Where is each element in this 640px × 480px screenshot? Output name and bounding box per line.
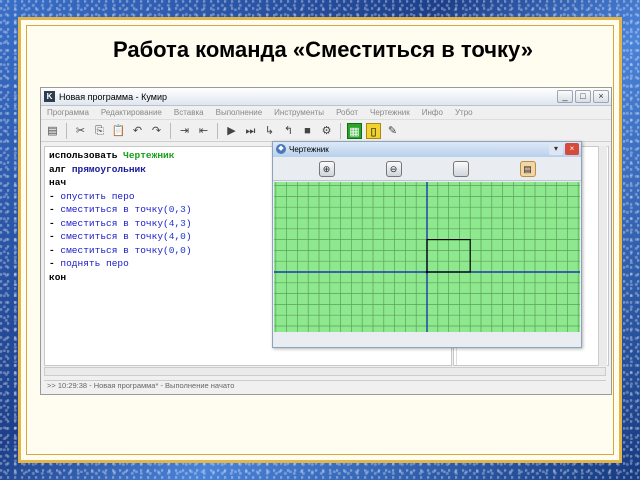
code-token: нач <box>49 177 67 188</box>
toolbar-separator <box>66 122 67 139</box>
pen-position-marker <box>425 270 429 274</box>
pen-icon[interactable]: ✎ <box>385 123 400 139</box>
kumir-window-title: Новая программа - Кумир <box>59 92 167 102</box>
code-token: - <box>49 258 61 269</box>
code-token: поднять перо <box>60 258 129 269</box>
menu-more[interactable]: Утро <box>455 108 473 119</box>
drawer-icon[interactable]: ▯ <box>366 122 381 139</box>
code-token: алг <box>49 163 72 175</box>
toolbar-separator <box>170 122 171 139</box>
stop-icon[interactable]: ■ <box>300 123 315 139</box>
drawer-canvas[interactable] <box>274 182 580 337</box>
drawer-close-button[interactable]: × <box>565 143 579 155</box>
drawer-window-title: Чертежник <box>289 145 329 154</box>
code-token: сместиться в точку( <box>60 244 169 256</box>
main-toolbar: ▤ ✂ ⎘ 📋 ↶ ↷ ⇥ ⇤ ▶ ⏭ ↳ ↰ ■ ⚙ ▦ ▯ ✎ <box>41 120 611 142</box>
drawing-grid <box>274 182 580 332</box>
info-icon[interactable]: ▤ <box>519 160 536 177</box>
kumir-titlebar: K Новая программа - Кумир _ □ × <box>41 88 611 106</box>
drawer-titlebar: ◆ Чертежник ▾ × <box>273 142 581 157</box>
code-token: сместиться в точку( <box>60 231 169 242</box>
outdent-icon[interactable]: ⇤ <box>196 123 211 139</box>
code-token: использовать <box>49 150 124 161</box>
kumir-app-icon: K <box>44 91 55 102</box>
code-token: кон <box>49 271 67 283</box>
status-line: >> 10:29:38 - Новая программа* - Выполне… <box>44 380 606 392</box>
code-token: сместиться в точку( <box>60 204 169 215</box>
close-button[interactable]: × <box>593 90 609 103</box>
code-token: ) <box>185 204 192 215</box>
redo-icon[interactable]: ↷ <box>149 123 164 139</box>
menu-robot[interactable]: Робот <box>336 108 358 119</box>
slide-title: Работа команда «Сместиться в точку» <box>112 37 534 62</box>
minimize-button[interactable]: _ <box>557 90 573 103</box>
run-icon[interactable]: ▶ <box>224 123 239 139</box>
step-in-icon[interactable]: ↳ <box>262 123 277 139</box>
step-out-icon[interactable]: ↰ <box>281 123 296 139</box>
menu-run[interactable]: Выполнение <box>216 108 263 119</box>
horizontal-scrollbar[interactable] <box>44 367 606 376</box>
code-token: - <box>49 244 61 256</box>
code-token: Чертежник <box>123 150 175 161</box>
window-controls: _ □ × <box>557 90 609 103</box>
menu-tools[interactable]: Инструменты <box>274 108 324 119</box>
menu-program[interactable]: Программа <box>47 108 89 119</box>
toolbar-separator <box>340 122 341 139</box>
zoom-out-icon[interactable]: ⊖ <box>385 160 402 177</box>
code-token: ) <box>185 217 192 229</box>
code-token: ) <box>185 231 192 242</box>
drawer-window-controls: ▾ × <box>549 143 579 155</box>
code-token: сместиться в точку( <box>60 217 169 229</box>
copy-icon[interactable]: ⎘ <box>92 123 107 139</box>
menu-edit[interactable]: Редактирование <box>101 108 162 119</box>
drawer-toolbar: ⊕ ⊖ ▤ <box>273 157 581 181</box>
drawer-app-icon: ◆ <box>276 144 286 154</box>
slide: Работа команда «Сместиться в точку» K Но… <box>18 17 622 463</box>
toolbar-separator <box>217 122 218 139</box>
new-file-icon[interactable]: ▤ <box>45 123 60 139</box>
code-token: опустить перо <box>60 190 135 202</box>
drawer-window: ◆ Чертежник ▾ × ⊕ ⊖ ▤ <box>272 141 582 348</box>
zoom-in-icon[interactable]: ⊕ <box>318 160 335 177</box>
robot-icon[interactable]: ▦ <box>347 122 362 139</box>
step-icon[interactable]: ⏭ <box>243 123 258 139</box>
menu-drawer[interactable]: Чертежник <box>370 108 410 119</box>
menubar: Программа Редактирование Вставка Выполне… <box>41 106 611 120</box>
code-token: - <box>49 231 61 242</box>
code-token: прямоугольник <box>71 163 146 175</box>
vertical-scrollbar[interactable] <box>598 146 607 366</box>
debug-icon[interactable]: ⚙ <box>319 123 334 139</box>
undo-icon[interactable]: ↶ <box>130 123 145 139</box>
paste-icon[interactable]: 📋 <box>111 123 126 139</box>
maximize-button[interactable]: □ <box>575 90 591 103</box>
menu-insert[interactable]: Вставка <box>174 108 204 119</box>
code-token: - <box>49 217 61 229</box>
code-token: - <box>49 190 61 202</box>
code-token: - <box>49 204 61 215</box>
cut-icon[interactable]: ✂ <box>73 123 88 139</box>
code-token: ) <box>185 244 192 256</box>
menu-info[interactable]: Инфо <box>422 108 443 119</box>
drawer-menu-button[interactable]: ▾ <box>549 143 563 155</box>
blank-icon[interactable] <box>452 160 469 177</box>
indent-icon[interactable]: ⇥ <box>177 123 192 139</box>
